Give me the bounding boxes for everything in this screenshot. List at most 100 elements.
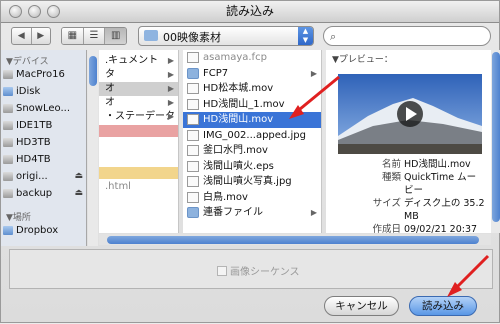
list-view-icon[interactable]: ☰ [82,28,105,44]
drive-icon [3,138,13,147]
eject-icon[interactable]: ⏏ [74,185,83,202]
sidebar-item-label: origi... [16,171,48,182]
info-key: サイズ [372,198,401,209]
popup-arrows-icon: ▲ ▼ [298,27,313,45]
info-key: 種類 [381,172,401,183]
info-value: MB [404,211,419,222]
sidebar-scrollbar[interactable] [88,50,98,246]
file-list-item[interactable]: FCP7 ▶ [183,66,321,82]
places-header[interactable]: ▼場所 [1,206,86,223]
sidebar-device-item[interactable]: HD3TB [1,134,86,151]
item-label: オ [105,97,115,108]
preview-scrollbar[interactable] [491,50,500,233]
image-sequence-label: 画像シーケンス [230,267,300,278]
sidebar-item-label: iDisk [16,86,41,97]
cancel-button[interactable]: キャンセル [324,296,399,316]
drive-icon [3,104,13,113]
file-name: HD浅間山_1.mov [203,98,285,110]
sidebar-device-item[interactable]: HD4TB [1,151,86,168]
column-view-icon[interactable]: ▥ [104,28,126,44]
sidebar-device-item[interactable]: backup ⏏ [1,185,86,202]
sidebar-device-item[interactable]: MacPro16 [1,66,86,83]
titlebar: 読み込み [1,1,499,23]
chevron-right-icon: ▶ [167,70,174,79]
file-list-item[interactable]: 釜口水門.mov [183,143,321,159]
chevron-right-icon: ▶ [167,112,174,121]
preview-scroll-thumb[interactable] [492,52,500,222]
file-name: 白鳥.mov [203,191,248,203]
sidebar-device-item[interactable]: IDE1TB [1,117,86,134]
info-row: ビー [326,184,491,197]
open-dialog: 読み込み ◀ ▶ ▦ ☰ ▥ 00映像素材 ▲ ▼ ⌕ ▼デバイス MacPro1… [0,0,500,323]
parent-list-item[interactable] [99,138,178,152]
video-thumbnail[interactable] [338,74,482,154]
folder-icon [144,30,158,41]
sidebar-scroll-thumb[interactable] [89,56,97,86]
preview-pane: ▼プレビュー： 名前 HD浅間山.mov 種類 QuickTime ムー ビー … [326,50,491,235]
preview-title: ▼プレビュー： [332,55,393,65]
file-list-item[interactable]: asamaya.fcp [183,50,321,66]
forward-button[interactable]: ▶ [30,28,51,44]
file-icon [187,83,199,94]
parent-list-item[interactable] [99,152,178,166]
file-icon [187,145,199,156]
icon-view-icon[interactable]: ▦ [62,28,83,44]
open-button[interactable]: 読み込み [409,296,477,316]
drive-icon [3,189,13,198]
file-list-item[interactable]: 連番ファイル ▶ [183,205,321,221]
sidebar-device-item[interactable]: origi... ⏏ [1,168,86,185]
file-icon [187,176,199,187]
sidebar-item-label: backup [16,188,53,199]
file-name: 釜口水門.mov [203,145,268,156]
horizontal-scroll-thumb[interactable] [107,236,479,244]
column-parent: .キュメント ▶ タ ▶ オ ▶ オ ▶ ・ステーデータ ▶ .html [99,50,179,233]
file-list-item[interactable]: 白鳥.mov [183,190,321,206]
minimize-window-button[interactable] [28,5,41,18]
parent-list-item[interactable]: .キュメント ▶ [99,54,178,68]
file-list-item[interactable]: HD松本城.mov [183,81,321,97]
file-list-item[interactable]: 浅間山噴火写真.jpg [183,174,321,190]
file-list-item[interactable]: 浅間山噴火.eps [183,159,321,175]
item-label: .html [105,181,131,192]
back-button[interactable]: ◀ [12,28,31,44]
file-name: FCP7 [203,67,229,79]
file-name: HD浅間山.mov [203,114,274,125]
parent-list-item[interactable]: オ ▶ [99,96,178,110]
zoom-window-button[interactable] [47,5,60,18]
sidebar-device-item[interactable]: SnowLeo... [1,100,86,117]
horizontal-scrollbar[interactable] [99,234,491,245]
parent-list-item[interactable]: ・ステーデータ ▶ [99,110,178,124]
location-popup[interactable]: 00映像素材 ▲ ▼ [138,26,314,46]
file-icon [187,191,199,203]
chevron-right-icon: ▶ [310,208,317,217]
location-label: 00映像素材 [163,31,221,44]
file-list-item[interactable]: HD浅間山.mov [183,112,321,128]
parent-list-item[interactable]: タ ▶ [99,68,178,82]
parent-list-item[interactable] [99,125,178,137]
close-window-button[interactable] [9,5,22,18]
file-list-item[interactable]: HD浅間山_1.mov [183,97,321,113]
parent-list-item[interactable] [99,167,178,179]
file-list-item[interactable]: IMG_002...apped.jpg [183,128,321,144]
eject-icon[interactable]: ⏏ [74,168,83,185]
image-sequence-checkbox[interactable]: 画像シーケンス [217,263,300,278]
item-label: オ [105,83,115,94]
parent-list-item[interactable]: オ ▶ [99,82,178,96]
sidebar-item-label: HD3TB [16,137,51,148]
info-row: 種類 QuickTime ムー [326,171,491,184]
parent-list-item[interactable]: .html [99,180,178,194]
devices-header[interactable]: ▼デバイス [1,50,86,67]
sidebar-device-item[interactable]: iDisk [1,83,86,100]
info-row: 名前 HD浅間山.mov [326,158,491,171]
column-files: asamaya.fcp FCP7 ▶ HD松本城.mov HD浅間山_1.mov HD浅間… [183,50,322,233]
info-value: ビー [404,185,424,196]
sidebar-item-label: IDE1TB [16,120,53,131]
search-field[interactable]: ⌕ [323,26,491,46]
drive-icon [3,70,13,79]
options-panel: 画像シーケンス [9,249,493,289]
chevron-right-icon: ▶ [167,56,174,65]
chevron-right-icon: ▶ [310,68,317,78]
checkbox-icon [217,266,227,276]
window-title: 読み込み [225,4,274,18]
sidebar-place-item[interactable]: Dropbox [1,222,86,239]
